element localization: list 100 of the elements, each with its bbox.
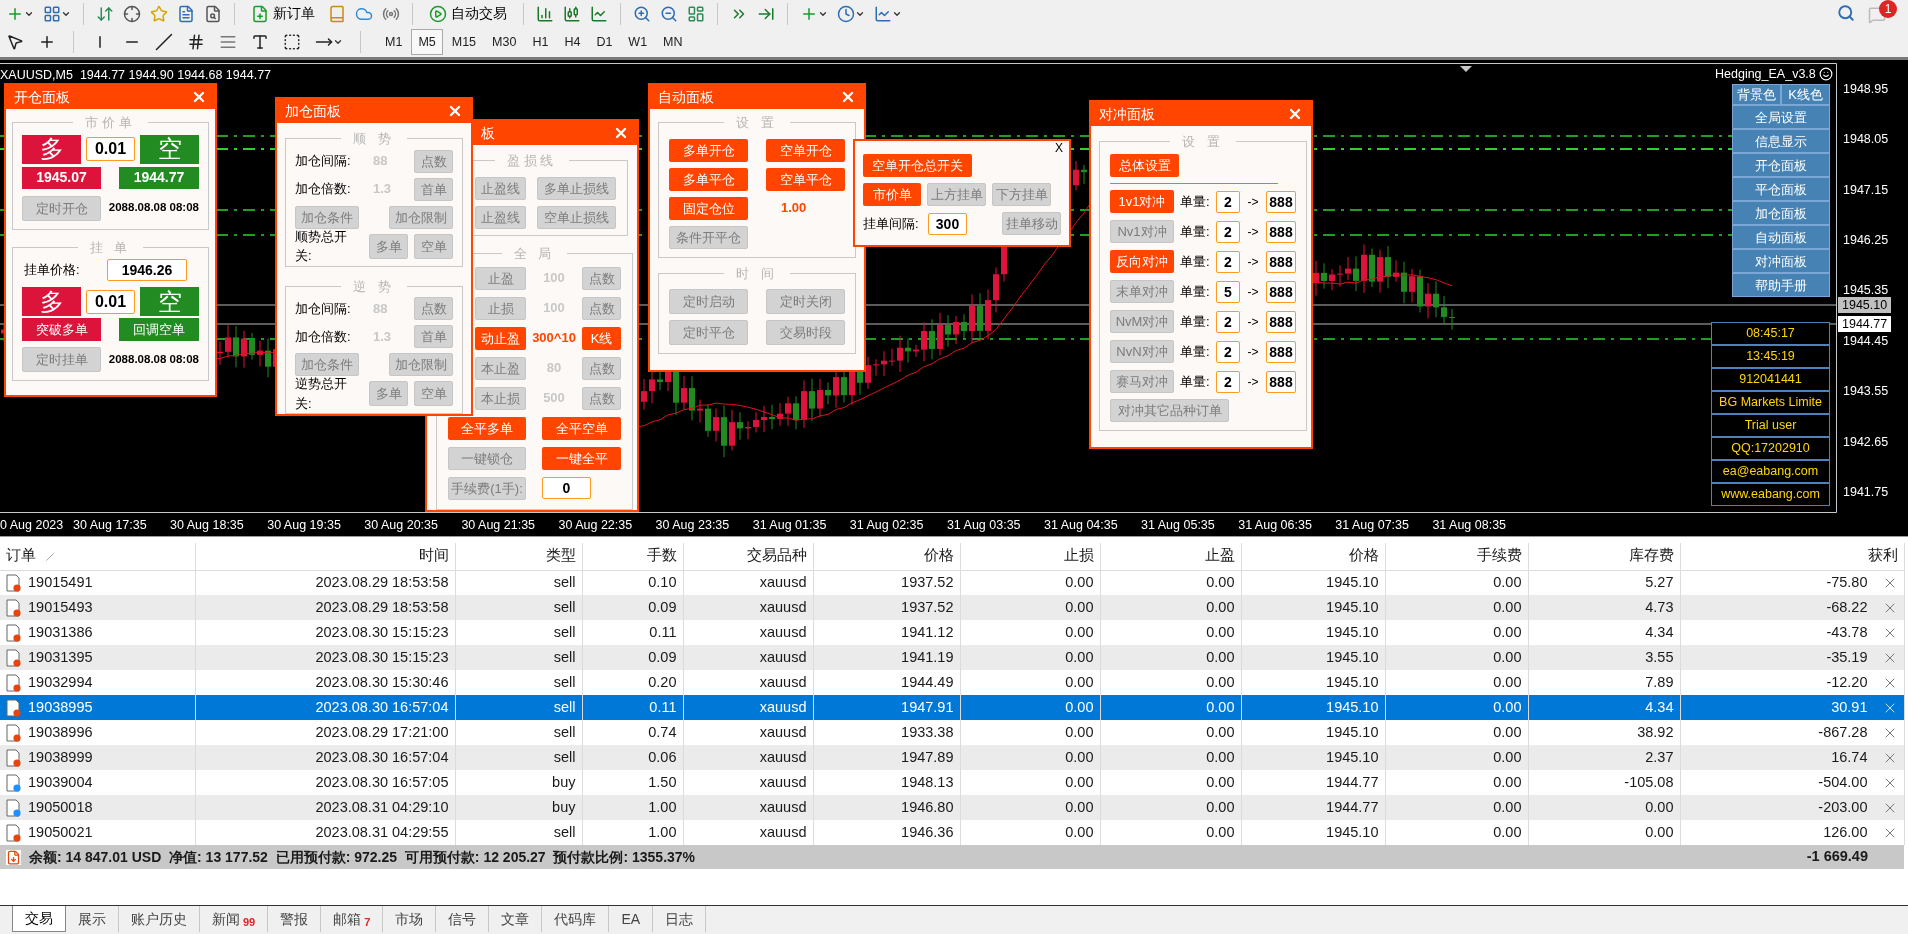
- quantity-field[interactable]: 2: [1216, 340, 1240, 363]
- interval-field[interactable]: 300: [928, 212, 967, 235]
- arrows-icon[interactable]: [96, 4, 114, 23]
- column-header[interactable]: 手数: [646, 547, 677, 564]
- quantity-field[interactable]: 2: [1216, 190, 1240, 213]
- table-row[interactable]: 19032994 2023.08.30 15:30:46 sell 0.20 xauusd 1944.49 0.00 0.00 1945.10 0.00 7.89 -12.20: [0, 670, 1904, 695]
- template-icon[interactable]: [874, 4, 892, 23]
- column-header[interactable]: 价格: [923, 547, 954, 564]
- zoom-out-icon[interactable]: [660, 4, 678, 23]
- table-row[interactable]: 19031395 2023.08.30 15:15:23 sell 0.09 xauusd 1941.19 0.00 0.00 1945.10 0.00 3.55 -35.19: [0, 645, 1904, 670]
- clock-icon[interactable]: [837, 4, 855, 23]
- quantity-field[interactable]: 2: [1216, 310, 1240, 333]
- menu-button[interactable]: 全局设置: [1732, 105, 1830, 129]
- panel-button[interactable]: Nv1对冲: [1110, 220, 1174, 243]
- panel-button[interactable]: 赛马对冲: [1110, 370, 1174, 393]
- menu-button[interactable]: 平仓面板: [1732, 177, 1830, 201]
- panel-button[interactable]: 加仓限制: [389, 205, 453, 229]
- label-tool-icon[interactable]: [283, 33, 301, 51]
- auto-trading-button[interactable]: 自动交易: [425, 1, 511, 26]
- menu-button[interactable]: 自动面板: [1732, 225, 1830, 249]
- menu-button[interactable]: 信息显示: [1732, 129, 1830, 153]
- timeframe-button[interactable]: H4: [557, 29, 588, 55]
- panel-button[interactable]: 上方挂单: [927, 183, 986, 206]
- table-row[interactable]: 19038996 2023.08.29 17:21:00 sell 0.74 xauusd 1933.38 0.00 0.00 1945.10 0.00 38.92 -867.28: [0, 720, 1904, 745]
- panel-button[interactable]: 多单平仓: [669, 167, 748, 191]
- breakout-buy-button[interactable]: 突破多单: [22, 318, 101, 341]
- panel-button[interactable]: 固定仓位: [669, 196, 748, 220]
- panel-button[interactable]: 手续费(1手):: [448, 476, 526, 500]
- panel-button[interactable]: 定时平仓: [669, 320, 748, 345]
- quantity-field[interactable]: 888: [1266, 370, 1296, 393]
- color-button[interactable]: 背景色: [1732, 84, 1781, 105]
- buy-button[interactable]: 多: [22, 287, 81, 316]
- caret-icon[interactable]: [333, 37, 343, 47]
- bar-chart-icon[interactable]: [536, 4, 554, 23]
- panel-button[interactable]: 全平空单: [542, 416, 621, 440]
- panel-button[interactable]: NvM对冲: [1110, 310, 1174, 333]
- quantity-field[interactable]: 2: [1216, 370, 1240, 393]
- panel-button[interactable]: 多单: [369, 381, 409, 406]
- timeframe-button[interactable]: D1: [589, 29, 620, 55]
- panel-button[interactable]: 末单对冲: [1110, 280, 1174, 303]
- windows-icon[interactable]: [43, 4, 61, 23]
- close-icon[interactable]: [1287, 106, 1303, 122]
- quantity-field[interactable]: 888: [1266, 280, 1296, 303]
- panel-button[interactable]: NvN对冲: [1110, 340, 1174, 363]
- timeframe-button[interactable]: W1: [621, 29, 655, 55]
- bottom-tab[interactable]: 交易: [12, 906, 66, 932]
- bottom-tab[interactable]: 展示: [66, 906, 119, 932]
- panel-button[interactable]: 空单开仓: [766, 138, 845, 162]
- panel-button[interactable]: 1v1对冲: [1110, 190, 1174, 213]
- menu-button[interactable]: 开仓面板: [1732, 153, 1830, 177]
- panel-button[interactable]: 反向对冲: [1110, 250, 1174, 273]
- file-search-icon[interactable]: [204, 4, 222, 23]
- panel-button[interactable]: 全平多单: [448, 416, 526, 440]
- panel-button[interactable]: 多单开仓: [669, 138, 748, 162]
- close-icon[interactable]: [613, 125, 629, 141]
- panel-button[interactable]: 加仓限制: [389, 353, 453, 376]
- chat-icon[interactable]: [1868, 6, 1886, 24]
- panel-button[interactable]: 空单止损线: [537, 205, 616, 229]
- timer-button[interactable]: 定时开仓: [22, 195, 101, 221]
- menu-button[interactable]: 对冲面板: [1732, 249, 1830, 273]
- panel-button[interactable]: 首单: [414, 325, 453, 348]
- panel-button[interactable]: 总体设置: [1110, 153, 1179, 177]
- column-header[interactable]: 库存费: [1628, 547, 1674, 564]
- lot-field[interactable]: 0.01: [86, 289, 135, 314]
- quantity-field[interactable]: 888: [1266, 340, 1296, 363]
- panel-button[interactable]: 条件开平仓: [669, 225, 748, 249]
- bottom-tab[interactable]: 新闻 99: [200, 906, 269, 932]
- close-icon[interactable]: [840, 89, 856, 105]
- panel-button[interactable]: 空单: [414, 381, 453, 406]
- panel-button[interactable]: 下方挂单: [992, 183, 1051, 206]
- bottom-tab[interactable]: 代码库: [542, 906, 610, 932]
- timeframe-button[interactable]: M15: [444, 29, 484, 55]
- timer-button[interactable]: 定时挂单: [22, 347, 101, 372]
- panel-button[interactable]: 本止损: [475, 386, 526, 410]
- trend-line-icon[interactable]: [155, 33, 173, 51]
- bottom-tab[interactable]: EA: [609, 906, 654, 932]
- panel-button[interactable]: 加仓条件: [295, 205, 359, 229]
- panel-button[interactable]: 空单平仓: [766, 167, 845, 191]
- fee-field[interactable]: 0: [542, 477, 591, 499]
- bottom-tab[interactable]: 信号: [436, 906, 490, 932]
- zoom-in-icon[interactable]: [633, 4, 651, 23]
- close-icon[interactable]: [447, 103, 463, 119]
- table-row[interactable]: 19039004 2023.08.30 16:57:05 buy 1.50 xauusd 1948.13 0.00 0.00 1944.77 0.00 -105.08 -504.00: [0, 770, 1904, 795]
- color-button[interactable]: K线色: [1781, 84, 1830, 105]
- column-header[interactable]: 时间: [418, 547, 449, 564]
- channel-icon[interactable]: [187, 33, 205, 51]
- panel-button[interactable]: 加仓条件: [295, 353, 359, 376]
- search-icon[interactable]: [1837, 4, 1855, 22]
- bottom-tab[interactable]: 日志: [653, 906, 707, 932]
- panel-button[interactable]: 点数: [582, 296, 621, 320]
- bottom-tab[interactable]: 市场: [383, 906, 437, 932]
- panel-button[interactable]: 点数: [414, 297, 453, 320]
- panel-button[interactable]: 点数: [582, 386, 621, 410]
- column-header[interactable]: 类型: [545, 547, 576, 564]
- price-field[interactable]: 1946.26: [107, 259, 187, 281]
- panel-button[interactable]: 本止盈: [475, 356, 526, 380]
- sort-icon[interactable]: [46, 552, 54, 561]
- buy-button[interactable]: 多: [22, 134, 81, 164]
- bottom-tab[interactable]: 账户历史: [119, 906, 200, 932]
- quantity-field[interactable]: 888: [1266, 250, 1296, 273]
